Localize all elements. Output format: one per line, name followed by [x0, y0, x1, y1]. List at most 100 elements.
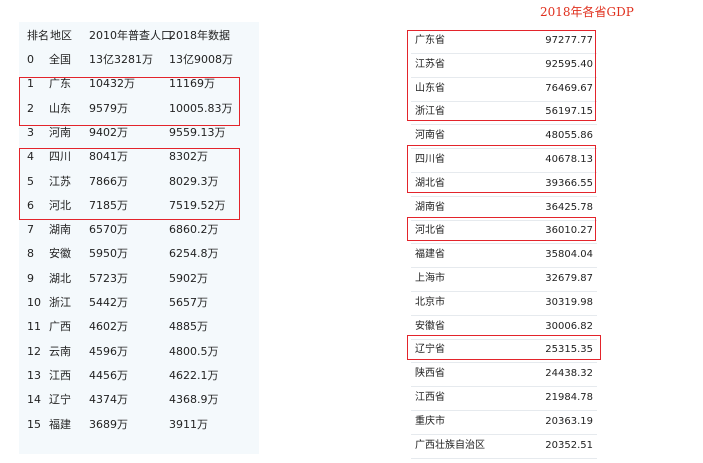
gdp-province: 湖北省 — [415, 177, 445, 189]
header-region: 地区 — [50, 29, 72, 42]
gdp-province: 福建省 — [415, 249, 445, 261]
cell-rank: 4 — [27, 150, 34, 164]
gdp-province: 上海市 — [415, 273, 445, 284]
cell-rank: 2 — [27, 101, 34, 115]
gdp-province: 北京市 — [415, 296, 445, 308]
gdp-value: 30006.82 — [545, 320, 593, 332]
cell-rank: 3 — [27, 125, 34, 139]
gdp-province: 辽宁省 — [415, 344, 445, 356]
cell-pop-2010: 8041万 — [89, 150, 128, 164]
cell-region: 湖南 — [49, 223, 71, 237]
cell-pop-2010: 5442万 — [89, 296, 128, 309]
gdp-row: 福建省 35804.04 — [411, 243, 597, 269]
cell-pop-2010: 4374万 — [89, 393, 128, 407]
cell-pop-2010: 4456万 — [89, 368, 128, 382]
population-row: 14 辽宁 4374万 4368.9万 — [19, 388, 259, 412]
gdp-row: 河北省 36010.27 — [411, 219, 597, 245]
gdp-value: 32679.87 — [545, 273, 593, 284]
gdp-row: 广东省 97277.77 — [411, 29, 597, 54]
gdp-row: 江苏省 92595.40 — [411, 53, 597, 78]
cell-region: 福建 — [49, 417, 71, 431]
gdp-row: 辽宁省 25315.35 — [411, 338, 597, 364]
cell-pop-2018: 5902万 — [169, 271, 208, 285]
cell-rank: 9 — [27, 271, 34, 285]
cell-pop-2018: 4622.1万 — [169, 368, 219, 382]
gdp-province: 浙江省 — [415, 106, 445, 118]
cell-pop-2010: 5950万 — [89, 247, 128, 261]
cell-rank: 13 — [27, 368, 41, 382]
cell-pop-2010: 7185万 — [89, 198, 128, 212]
gdp-province: 广东省 — [415, 35, 445, 46]
population-table: 排名 地区 2010年普查人口 2018年数据 0 全国 13亿3281万 13亿90… — [19, 22, 259, 454]
cell-rank: 7 — [27, 223, 34, 237]
gdp-value: 35804.04 — [545, 249, 593, 261]
cell-region: 四川 — [49, 150, 71, 164]
cell-pop-2010: 7866万 — [89, 174, 128, 188]
cell-region: 山东 — [49, 101, 71, 115]
cell-rank: 12 — [27, 344, 41, 358]
cell-region: 广东 — [49, 77, 71, 91]
gdp-value: 39366.55 — [545, 177, 593, 189]
cell-pop-2018: 8302万 — [169, 150, 208, 164]
cell-rank: 5 — [27, 174, 34, 188]
gdp-value: 48055.86 — [545, 130, 593, 142]
gdp-value: 56197.15 — [545, 106, 593, 118]
cell-rank: 15 — [27, 417, 41, 431]
header-pop-2010: 2010年普查人口 — [89, 29, 172, 42]
gdp-value: 36425.78 — [545, 201, 593, 213]
cell-pop-2010: 4596万 — [89, 344, 128, 358]
population-row: 0 全国 13亿3281万 13亿9008万 — [19, 48, 259, 72]
gdp-province: 山东省 — [415, 82, 445, 94]
cell-pop-2018: 6254.8万 — [169, 247, 219, 261]
gdp-province: 江西省 — [415, 392, 445, 403]
cell-pop-2010: 10432万 — [89, 77, 135, 91]
gdp-row: 重庆市 20363.19 — [411, 410, 597, 435]
header-pop-2018: 2018年数据 — [169, 29, 230, 42]
cell-region: 河北 — [49, 198, 71, 212]
cell-rank: 10 — [27, 296, 41, 309]
gdp-province: 安徽省 — [415, 320, 445, 332]
cell-rank: 1 — [27, 77, 34, 91]
gdp-row: 北京市 30319.98 — [411, 291, 597, 316]
gdp-row: 上海市 32679.87 — [411, 267, 597, 292]
population-row: 9 湖北 5723万 5902万 — [19, 267, 259, 291]
cell-region: 云南 — [49, 344, 71, 358]
population-row: 5 江苏 7866万 8029.3万 — [19, 170, 259, 194]
gdp-province: 四川省 — [415, 154, 445, 165]
cell-pop-2018: 11169万 — [169, 77, 215, 91]
gdp-row: 河南省 48055.86 — [411, 124, 597, 150]
cell-pop-2018: 7519.52万 — [169, 198, 226, 212]
cell-region: 广西 — [49, 320, 71, 334]
population-row: 8 安徽 5950万 6254.8万 — [19, 242, 259, 266]
population-row: 15 福建 3689万 3911万 — [19, 413, 259, 437]
gdp-value: 92595.40 — [545, 58, 593, 70]
cell-pop-2018: 4368.9万 — [169, 393, 219, 407]
gdp-value: 30319.98 — [545, 296, 593, 308]
gdp-value: 24438.32 — [545, 368, 593, 380]
gdp-value: 76469.67 — [545, 82, 593, 94]
cell-pop-2018: 6860.2万 — [169, 223, 219, 237]
cell-region: 河南 — [49, 125, 71, 139]
cell-region: 安徽 — [49, 247, 71, 261]
population-row: 3 河南 9402万 9559.13万 — [19, 121, 259, 145]
gdp-row: 湖南省 36425.78 — [411, 196, 597, 221]
population-row: 4 四川 8041万 8302万 — [19, 145, 259, 169]
gdp-province: 湖南省 — [415, 201, 445, 213]
population-row: 7 湖南 6570万 6860.2万 — [19, 218, 259, 242]
cell-pop-2010: 13亿3281万 — [89, 53, 153, 66]
cell-pop-2010: 9402万 — [89, 125, 128, 139]
cell-region: 江苏 — [49, 174, 71, 188]
population-row: 11 广西 4602万 4885万 — [19, 315, 259, 339]
population-row: 12 云南 4596万 4800.5万 — [19, 340, 259, 364]
cell-region: 全国 — [49, 53, 71, 66]
gdp-province: 广西壮族自治区 — [415, 439, 485, 451]
gdp-value: 36010.27 — [545, 225, 593, 237]
cell-rank: 14 — [27, 393, 41, 407]
cell-region: 辽宁 — [49, 393, 71, 407]
cell-region: 湖北 — [49, 271, 71, 285]
population-row: 6 河北 7185万 7519.52万 — [19, 194, 259, 218]
cell-pop-2018: 3911万 — [169, 417, 208, 431]
gdp-value: 20363.19 — [545, 415, 593, 427]
gdp-value: 25315.35 — [545, 344, 593, 356]
cell-pop-2018: 10005.83万 — [169, 101, 233, 115]
